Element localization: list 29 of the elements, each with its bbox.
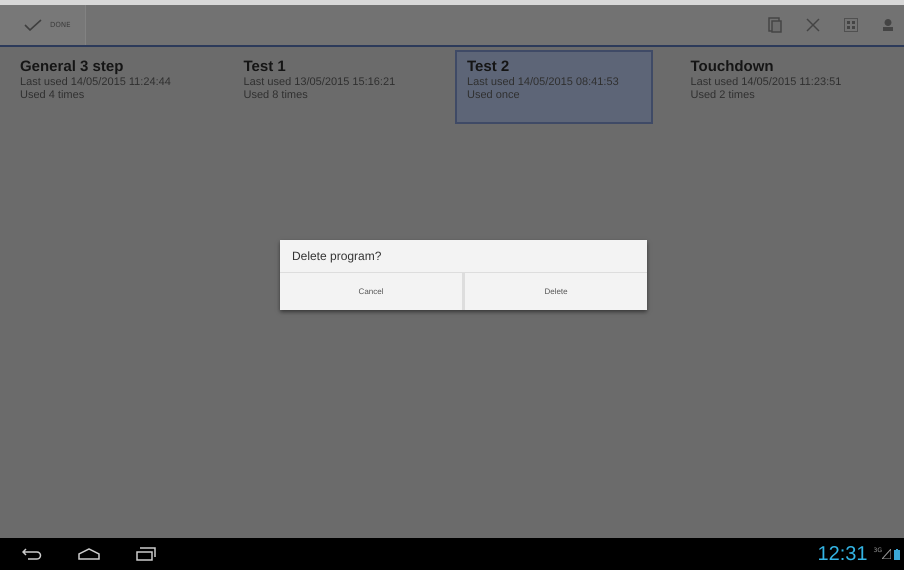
recent-apps-icon[interactable] [136,547,156,561]
checkmark-icon [24,19,42,31]
program-name: Test 1 [244,58,287,75]
person-icon[interactable] [882,18,894,32]
program-name: General 3 step [20,58,124,75]
program-name: Touchdown [690,58,775,75]
battery-icon [894,548,900,560]
dialog-button[interactable]: Delete [465,273,647,310]
last-used-text: Last used 14/05/2015 08:41:53 [467,76,620,88]
home-icon[interactable] [78,548,100,560]
close-icon[interactable] [806,18,820,32]
last-used-text: Last used 14/05/2015 11:23:51 [690,76,842,88]
program-name: Test 2 [467,58,510,75]
grid-icon[interactable] [844,18,858,32]
last-used-text: Last used 13/05/2015 15:16:21 [244,76,396,88]
back-icon[interactable] [22,548,42,560]
dialog-button[interactable]: Cancel [280,273,465,310]
program-card[interactable]: Test 1 Last used 13/05/2015 15:16:21 Used 8 times [232,50,429,114]
program-card[interactable]: Touchdown Last used 14/05/2015 11:23:51 Used 2 times [678,50,876,114]
last-used-text: Last used 14/05/2015 11:24:44 [20,76,172,88]
usage-count-text: Used once [467,89,521,101]
document-icon[interactable] [768,17,782,33]
usage-count-text: Used 4 times [20,89,86,101]
clock-time: 12:31 [817,542,868,566]
usage-count-text: Used 8 times [244,89,309,101]
program-card[interactable]: Test 2 Last used 14/05/2015 08:41:53 Used once [455,50,652,124]
signal-icon [882,549,891,559]
program-card[interactable]: General 3 step Last used 14/05/2015 11:24:44 Used 4 times [8,50,206,114]
usage-count-text: Used 2 times [690,89,756,101]
